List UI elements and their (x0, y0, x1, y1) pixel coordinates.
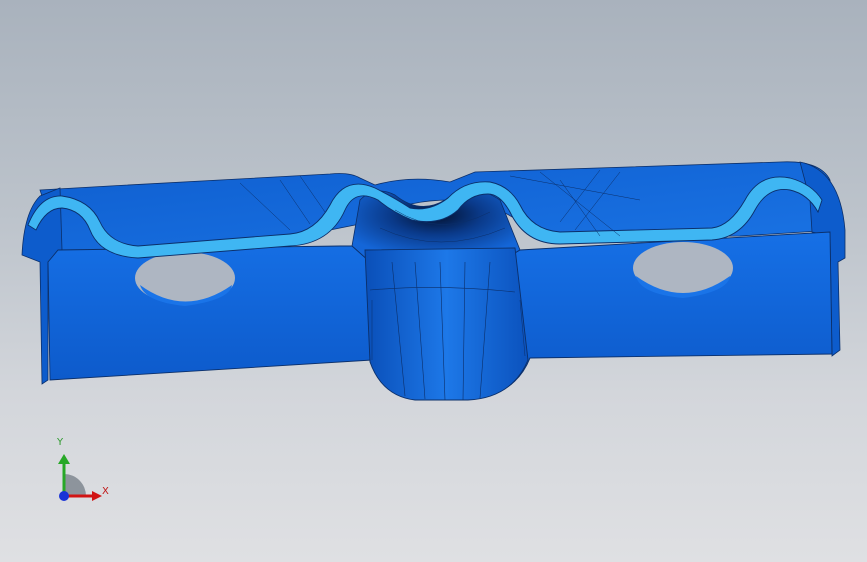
coordinate-triad: Y X (40, 438, 120, 518)
triad-graphic (58, 454, 102, 501)
y-axis-arrowhead-icon (58, 454, 70, 464)
graphics-viewport[interactable]: Y X (0, 0, 867, 562)
z-axis-icon (59, 491, 69, 501)
center-boss (364, 247, 529, 401)
y-axis-label: Y (57, 437, 64, 448)
x-axis-arrowhead-icon (92, 491, 102, 501)
x-axis-label: X (102, 486, 109, 497)
sheet-metal-bracket-model[interactable] (0, 0, 867, 562)
